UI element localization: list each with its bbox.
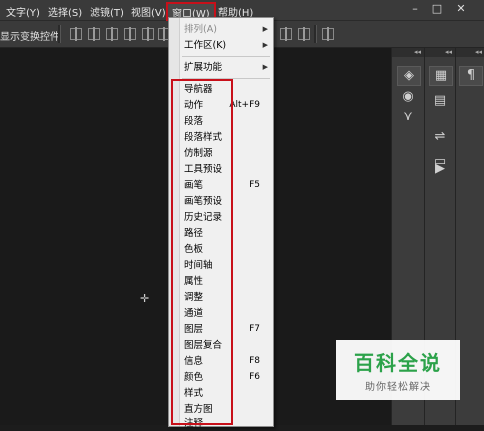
menu-item-swatches[interactable]: 色板 — [184, 242, 270, 257]
menu-item-layer-comps[interactable]: 图层复合 — [184, 338, 270, 353]
watermark-logo: 百科全说 — [354, 351, 442, 375]
menu-view[interactable]: 视图(V) — [131, 4, 166, 19]
minimize-icon[interactable]: – — [404, 1, 426, 17]
3d-scene-icon[interactable]: ⋎ — [397, 108, 419, 126]
menu-item-clone-source[interactable]: 仿制源 — [184, 146, 270, 161]
menu-type[interactable]: 文字(Y) — [6, 4, 40, 19]
distribute-hcenter-icon[interactable] — [298, 27, 310, 41]
menu-item-arrange: 排列(A) ▶ — [184, 24, 268, 35]
3d-material-icon[interactable]: ◉ — [397, 88, 419, 106]
collapse-panel-icon[interactable]: ◂◂ — [425, 48, 455, 57]
menu-item-paths[interactable]: 路径 — [184, 226, 270, 241]
3d-layers-icon[interactable]: ◈ — [397, 66, 421, 86]
menu-item-info[interactable]: 信息 F8 — [184, 354, 270, 369]
auto-align-icon[interactable] — [322, 27, 334, 41]
menu-item-adjustments[interactable]: 调整 — [184, 290, 270, 305]
menu-item-brush-presets[interactable]: 画笔预设 — [184, 194, 270, 209]
menu-item-history[interactable]: 历史记录 — [184, 210, 270, 225]
align-vcenter-icon[interactable] — [88, 27, 100, 41]
menu-item-color[interactable]: 颜色 F6 — [184, 370, 270, 385]
swatches-icon[interactable]: ▤ — [429, 92, 451, 110]
align-hcenter-icon[interactable] — [142, 27, 154, 41]
menu-item-styles[interactable]: 样式 — [184, 386, 270, 401]
align-bottom-icon[interactable] — [106, 27, 118, 41]
menu-item-navigator[interactable]: 导航器 — [184, 82, 270, 97]
menu-separator — [182, 78, 270, 79]
play-icon[interactable]: ▶ — [429, 160, 451, 178]
collapse-panel-icon[interactable]: ◂◂ — [456, 48, 484, 57]
collapse-panel-icon[interactable]: ◂◂ — [392, 48, 424, 57]
menu-item-tool-presets[interactable]: 工具预设 — [184, 162, 270, 177]
toolbar-divider — [314, 25, 317, 43]
character-icon[interactable]: ¶ — [459, 66, 483, 86]
menu-item-notes[interactable]: 注释 — [184, 416, 270, 431]
adjustments-icon[interactable]: ⇌ — [429, 128, 451, 146]
menu-item-actions[interactable]: 动作 Alt+F9 — [184, 98, 270, 113]
close-icon[interactable]: ✕ — [450, 1, 472, 17]
menu-item-paragraph-styles[interactable]: 段落样式 — [184, 130, 270, 145]
align-top-icon[interactable] — [70, 27, 82, 41]
menu-icon-column — [169, 18, 180, 426]
distribute-left-icon[interactable] — [280, 27, 292, 41]
cursor-crosshair-icon: ✛ — [140, 292, 150, 305]
menu-item-brush[interactable]: 画笔 F5 — [184, 178, 270, 193]
watermark-tagline: 助你轻松解决 — [365, 382, 431, 393]
menu-item-timeline[interactable]: 时间轴 — [184, 258, 270, 273]
menu-item-channels[interactable]: 通道 — [184, 306, 270, 321]
menu-item-workspace[interactable]: 工作区(K) ▶ — [184, 38, 270, 53]
submenu-arrow-icon: ▶ — [262, 63, 268, 71]
maximize-icon[interactable]: □ — [426, 1, 448, 17]
align-left-icon[interactable] — [124, 27, 136, 41]
menu-item-extensions[interactable]: 扩展功能 ▶ — [184, 60, 270, 75]
menu-item-layers[interactable]: 图层 F7 — [184, 322, 270, 337]
menu-item-properties[interactable]: 属性 — [184, 274, 270, 289]
window-menu-dropdown: 排列(A) ▶ 工作区(K) ▶ 扩展功能 ▶ 导航器 动作 Alt+F9 段落 段落样… — [168, 17, 274, 429]
submenu-arrow-icon: ▶ — [262, 25, 268, 33]
watermark: 百科全说 助你轻松解决 — [336, 340, 460, 400]
history-icon[interactable]: ▦ — [429, 66, 453, 86]
toolbar-divider — [58, 25, 61, 43]
menu-select[interactable]: 选择(S) — [48, 4, 82, 19]
show-transform-controls-checkbox[interactable]: 显示变换控件 — [0, 28, 60, 43]
menu-separator — [182, 56, 270, 57]
submenu-arrow-icon: ▶ — [262, 41, 268, 49]
menu-filter[interactable]: 滤镜(T) — [90, 4, 124, 19]
menu-item-histogram[interactable]: 直方图 — [184, 402, 270, 417]
menu-item-paragraph[interactable]: 段落 — [184, 114, 270, 129]
